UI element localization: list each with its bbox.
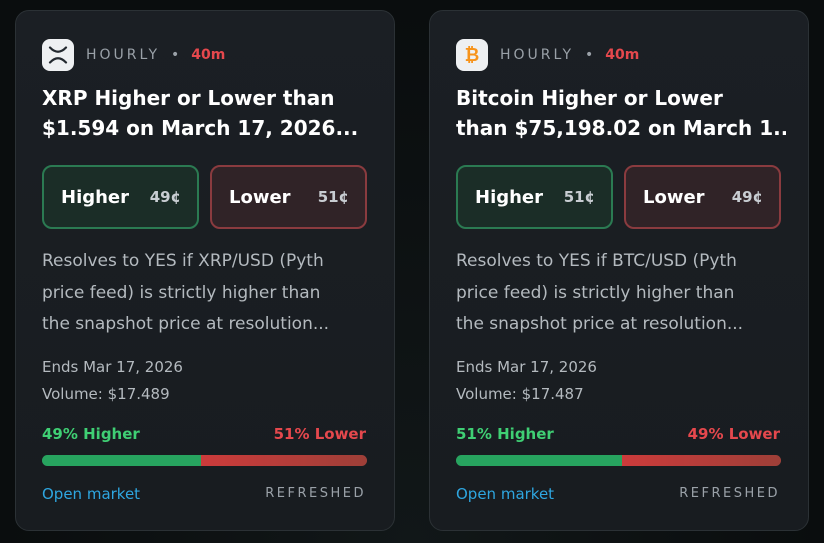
end-date: Ends Mar 17, 2026 bbox=[42, 358, 183, 376]
lower-label: Lower bbox=[229, 186, 291, 208]
odds-bar bbox=[456, 455, 781, 466]
market-grid: HOURLY • 40m XRP Higher or Lower than $1… bbox=[0, 0, 824, 543]
xrp-icon bbox=[42, 39, 74, 71]
higher-percentage: 49% Higher bbox=[42, 425, 140, 443]
lower-button[interactable]: Lower 49¢ bbox=[624, 165, 781, 229]
separator-dot: • bbox=[171, 47, 180, 63]
higher-price: 51¢ bbox=[563, 188, 595, 206]
lower-button[interactable]: Lower 51¢ bbox=[210, 165, 367, 229]
higher-label: Higher bbox=[61, 186, 130, 208]
odds-bar-higher bbox=[456, 455, 622, 466]
market-card-bitcoin[interactable]: ₿ HOURLY • 40m Bitcoin Higher or Lower t… bbox=[429, 10, 809, 531]
market-description: Resolves to YES if BTC/USD (Pyth price f… bbox=[456, 251, 744, 334]
higher-button[interactable]: Higher 51¢ bbox=[456, 165, 613, 229]
bitcoin-icon: ₿ bbox=[456, 39, 488, 71]
open-market-link[interactable]: Open market bbox=[42, 485, 140, 503]
lower-percentage: 49% Lower bbox=[687, 425, 780, 443]
refresh-status: REFRESHED bbox=[265, 486, 366, 501]
market-description: Resolves to YES if XRP/USD (Pyth price f… bbox=[42, 251, 330, 334]
lower-price: 51¢ bbox=[317, 188, 349, 206]
frequency-label: HOURLY bbox=[86, 47, 161, 63]
open-market-link[interactable]: Open market bbox=[456, 485, 554, 503]
market-title[interactable]: XRP Higher or Lower than $1.594 on March… bbox=[42, 83, 372, 143]
card-header: HOURLY • 40m bbox=[42, 39, 225, 71]
end-date: Ends Mar 17, 2026 bbox=[456, 358, 597, 376]
odds-bar bbox=[42, 455, 367, 466]
market-title[interactable]: Bitcoin Higher or Lower than $75,198.02 … bbox=[456, 83, 786, 143]
lower-price: 49¢ bbox=[731, 188, 763, 206]
refresh-status: REFRESHED bbox=[679, 486, 780, 501]
frequency-label: HOURLY bbox=[500, 47, 575, 63]
svg-text:₿: ₿ bbox=[465, 45, 480, 66]
time-remaining: 40m bbox=[605, 47, 640, 63]
time-remaining: 40m bbox=[191, 47, 226, 63]
higher-price: 49¢ bbox=[149, 188, 181, 206]
lower-label: Lower bbox=[643, 186, 705, 208]
higher-percentage: 51% Higher bbox=[456, 425, 554, 443]
volume: Volume: $17.487 bbox=[456, 385, 584, 403]
volume: Volume: $17.489 bbox=[42, 385, 170, 403]
odds-bar-lower bbox=[201, 455, 367, 466]
separator-dot: • bbox=[585, 47, 594, 63]
higher-button[interactable]: Higher 49¢ bbox=[42, 165, 199, 229]
odds-bar-higher bbox=[42, 455, 202, 466]
lower-percentage: 51% Lower bbox=[273, 425, 366, 443]
higher-label: Higher bbox=[475, 186, 544, 208]
odds-bar-lower bbox=[621, 455, 781, 466]
market-card-xrp[interactable]: HOURLY • 40m XRP Higher or Lower than $1… bbox=[15, 10, 395, 531]
card-header: ₿ HOURLY • 40m bbox=[456, 39, 639, 71]
